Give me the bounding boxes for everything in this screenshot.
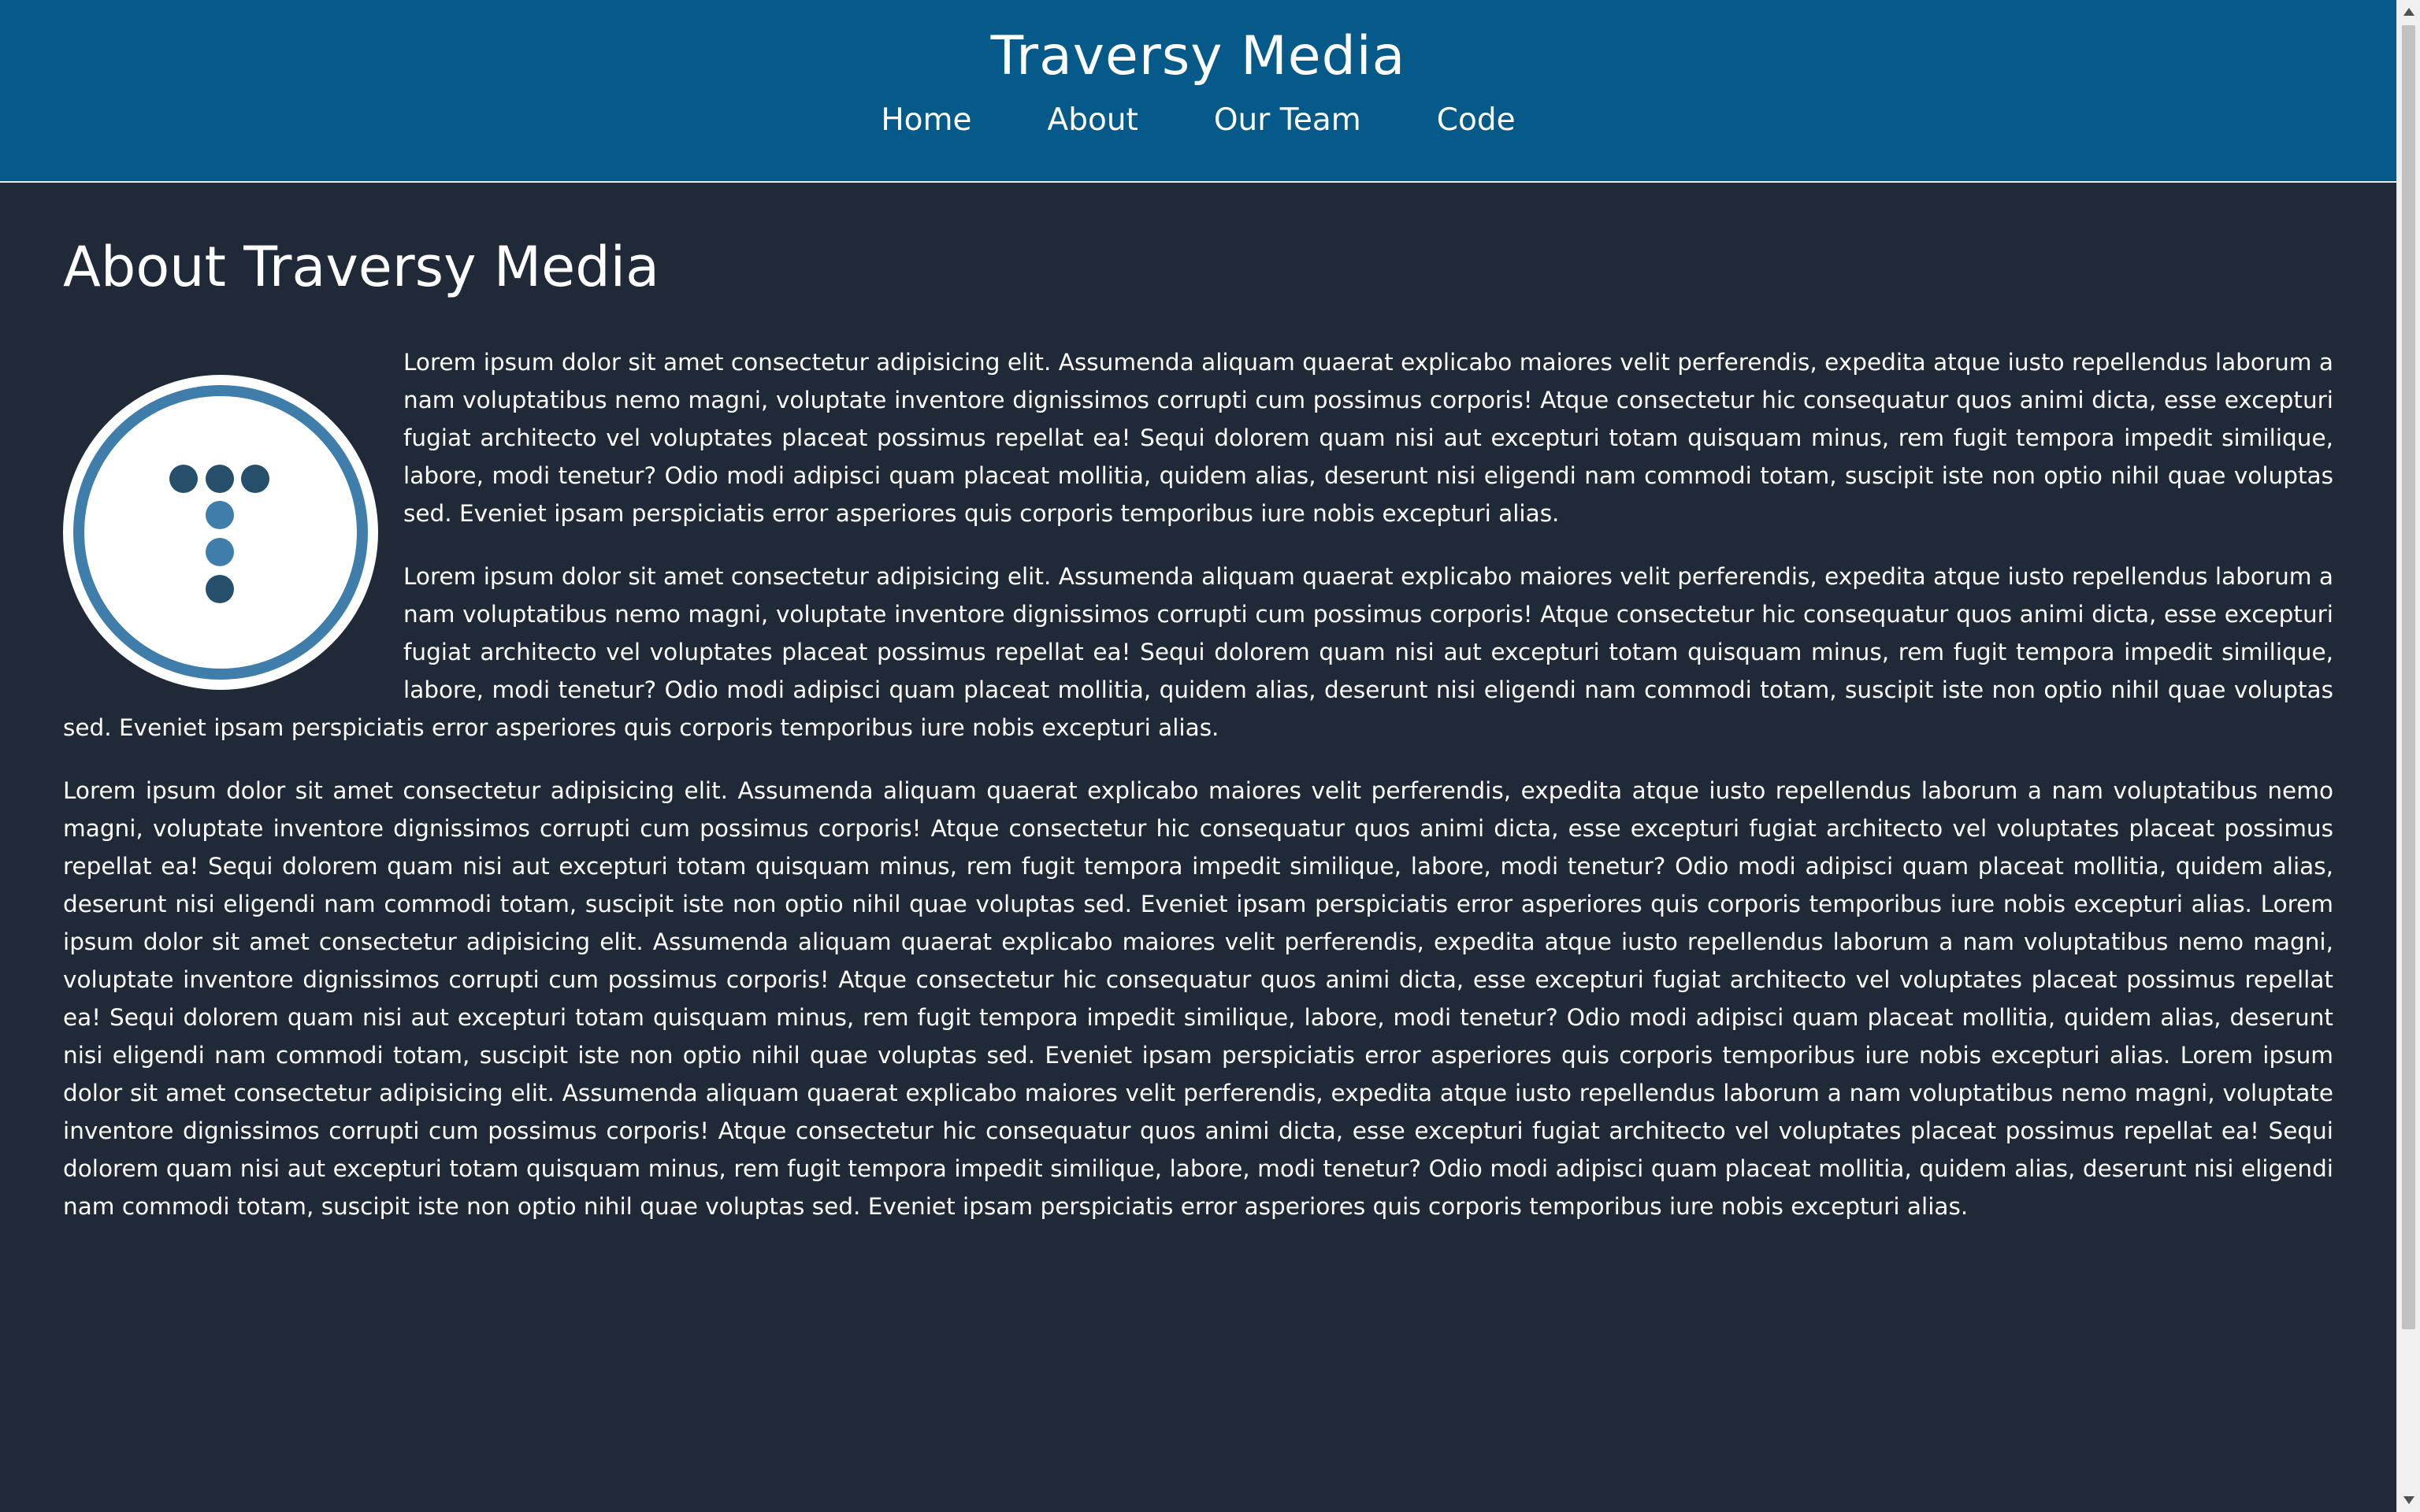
vertical-scrollbar[interactable] [2396,0,2420,1512]
site-title: Traversy Media [990,25,1406,87]
about-paragraph-2: Lorem ipsum dolor sit amet consectetur a… [63,563,2333,741]
nav-item-code[interactable]: Code [1437,101,1516,140]
scroll-down-icon[interactable] [2403,1496,2414,1504]
nav-list: Home About Our Team Code [0,101,2396,140]
scrollbar-thumb[interactable] [2402,25,2415,1329]
nav-item-about[interactable]: About [1048,101,1138,140]
scroll-up-icon[interactable] [2403,8,2414,16]
about-paragraph-1: Lorem ipsum dolor sit amet consectetur a… [403,349,2333,527]
site-header: Traversy Media Home About Our Team Code [0,0,2396,183]
nav-item-our-team[interactable]: Our Team [1214,101,1361,140]
main-content: About Traversy Media Lorem ipsum dolor s… [0,183,2396,1225]
about-paragraph-3: Lorem ipsum dolor sit amet consectetur a… [63,777,2333,1220]
page-title: About Traversy Media [63,235,660,299]
page: Traversy Media Home About Our Team Code … [0,0,2396,1512]
nav-item-home[interactable]: Home [881,101,971,140]
traversy-media-logo-icon [63,375,378,690]
main-nav: Home About Our Team Code [0,101,2396,140]
